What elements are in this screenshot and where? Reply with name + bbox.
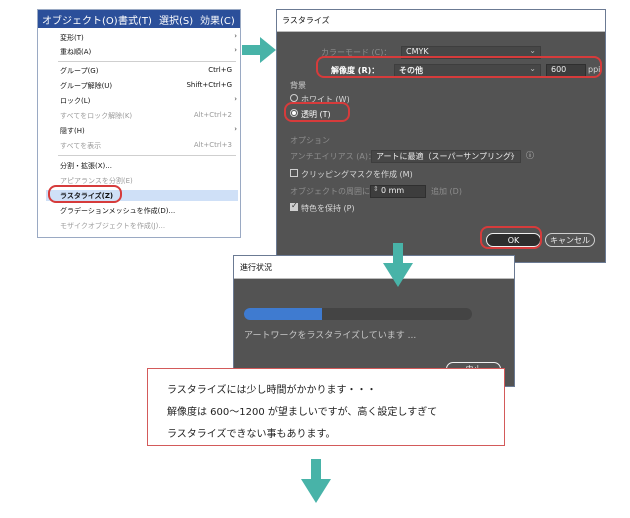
dialog-title-bar: ラスタライズ xyxy=(277,10,605,32)
note-line-1: ラスタライズには少し時間がかかります・・・ xyxy=(167,385,377,396)
down-arrow-icon xyxy=(383,243,413,287)
menu-select[interactable]: 選択(S) xyxy=(159,12,193,27)
submenu-arrow-icon: › xyxy=(234,46,237,54)
antialias-label: アンチエイリアス (A)： xyxy=(290,152,376,161)
shortcut-unlock-all: Alt+Ctrl+2 xyxy=(193,111,232,119)
menu-item-lock[interactable]: ロック(L) xyxy=(60,96,90,106)
rasterize-dialog: ラスタライズ カラーモード (C)： CMYK ⌄ 解像度 (R)： その他 ⌄… xyxy=(276,9,606,263)
down-arrow-icon xyxy=(301,459,331,503)
chevron-down-icon: ⌄ xyxy=(509,150,516,159)
note-box: ラスタライズには少し時間がかかります・・・ 解像度は 600〜1200 が望まし… xyxy=(147,368,505,446)
keep-spot-checkbox[interactable] xyxy=(290,201,298,211)
menu-item-transform[interactable]: 変形(T) xyxy=(60,33,84,43)
shortcut-group: Ctrl+G xyxy=(208,66,232,74)
menu-item-expand[interactable]: 分割・拡張(X)... xyxy=(60,161,112,171)
add-label: 追加 (D) xyxy=(431,187,462,196)
color-mode-value: CMYK xyxy=(406,47,429,56)
transparent-highlight-ring xyxy=(284,102,350,122)
progress-title: 進行状況 xyxy=(240,263,272,272)
menu-bar: オブジェクト(O) 書式(T) 選択(S) 効果(C) xyxy=(38,10,240,28)
around-object-field[interactable]: ⇕ 0 mm xyxy=(370,185,426,198)
menu-item-gradient-mesh[interactable]: グラデーションメッシュを作成(D)... xyxy=(60,206,175,216)
menu-item-mosaic[interactable]: モザイクオブジェクトを作成(J)... xyxy=(60,221,165,231)
menu-item-hide[interactable]: 隠す(H) xyxy=(60,126,85,136)
shortcut-show-all: Alt+Ctrl+3 xyxy=(193,141,232,149)
note-line-3: ラスタライズできない事もあります。 xyxy=(167,429,336,440)
submenu-arrow-icon: › xyxy=(234,95,237,103)
menu-effect[interactable]: 効果(C) xyxy=(200,12,235,27)
menu-separator xyxy=(58,155,236,156)
chevron-down-icon: ⌄ xyxy=(529,46,536,55)
ok-highlight-ring xyxy=(480,226,542,249)
resolution-highlight-ring xyxy=(316,56,602,78)
options-label: オプション xyxy=(290,136,330,145)
object-menu: オブジェクト(O) 書式(T) 選択(S) 効果(C) 変形(T) › 重ね順(… xyxy=(37,9,241,238)
antialias-select[interactable]: アートに最適（スーパーサンプリング） ⌄ xyxy=(371,150,521,163)
stepper-icon[interactable]: ⇕ xyxy=(373,185,379,193)
menu-type[interactable]: 書式(T) xyxy=(118,12,152,27)
around-object-value: 0 mm xyxy=(381,186,405,195)
menu-separator xyxy=(58,61,236,62)
clipping-mask-checkbox[interactable] xyxy=(290,169,298,177)
submenu-arrow-icon: › xyxy=(234,125,237,133)
progress-fill xyxy=(244,308,322,320)
submenu-arrow-icon: › xyxy=(234,32,237,40)
antialias-value: アートに最適（スーパーサンプリング） xyxy=(376,152,520,161)
background-label: 背景 xyxy=(290,81,306,90)
radio-white[interactable] xyxy=(290,94,298,102)
shortcut-ungroup: Shift+Ctrl+G xyxy=(186,81,232,89)
right-arrow-icon xyxy=(242,37,276,63)
menu-item-unlock-all[interactable]: すべてをロック解除(K) xyxy=(60,111,132,121)
cancel-button[interactable]: キャンセル xyxy=(545,233,595,247)
info-icon[interactable]: ⓘ xyxy=(526,150,534,161)
progress-message: アートワークをラスタライズしています ... xyxy=(244,331,417,341)
dialog-title: ラスタライズ xyxy=(282,16,330,25)
rasterize-highlight-ring xyxy=(48,185,122,203)
progress-title-bar: 進行状況 xyxy=(234,256,514,279)
menu-item-ungroup[interactable]: グループ解除(U) xyxy=(60,81,112,91)
clipping-mask-label: クリッピングマスクを作成 (M) xyxy=(301,170,413,179)
menu-item-group[interactable]: グループ(G) xyxy=(60,66,98,76)
menu-object[interactable]: オブジェクト(O) xyxy=(42,12,118,27)
menu-item-show-all[interactable]: すべてを表示 xyxy=(60,141,101,151)
menu-item-arrange[interactable]: 重ね順(A) xyxy=(60,47,91,57)
progress-track xyxy=(244,308,472,320)
around-object-label: オブジェクトの周囲に xyxy=(290,187,370,196)
note-line-2: 解像度は 600〜1200 が望ましいですが、高く設定しすぎて xyxy=(167,407,438,418)
keep-spot-label: 特色を保持 (P) xyxy=(301,204,355,213)
